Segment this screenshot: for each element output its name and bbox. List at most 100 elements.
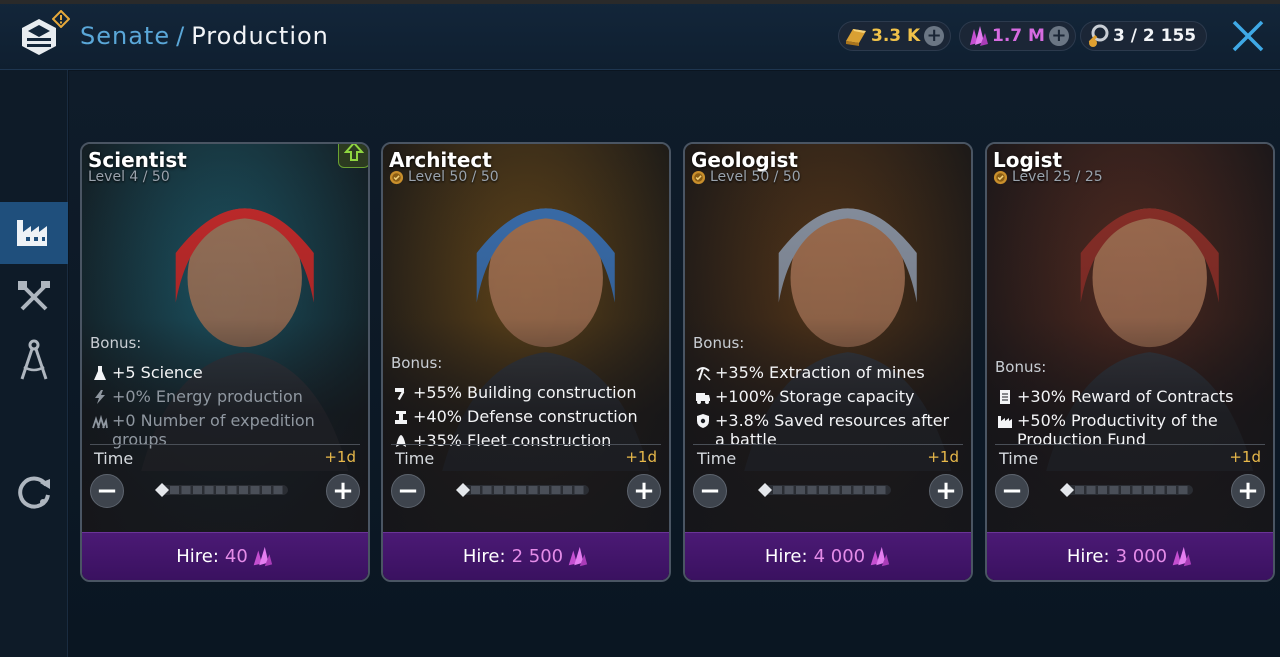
max-level-medal-icon [389,170,404,184]
sidebar-item-blueprints[interactable] [0,330,68,392]
increase-time-button[interactable]: + [326,474,360,508]
increase-time-button[interactable]: + [1231,474,1265,508]
hire-button[interactable]: Hire: 2 500 [383,532,669,580]
slider-segment [1121,486,1130,494]
crystal-icon [253,546,272,566]
level-text: Level 25 / 25 [1012,169,1103,185]
truck-icon [696,393,710,404]
ship-icon [396,435,406,447]
bonus-label: Bonus: [90,334,142,352]
decrease-time-button[interactable]: − [693,474,727,508]
upgrade-button[interactable] [338,144,368,168]
slider-segment [1075,486,1084,494]
divider [90,444,360,445]
hire-label: Hire: [764,546,808,567]
sidebar-item-production[interactable] [0,202,68,264]
breadcrumb-senate[interactable]: Senate [80,22,170,50]
time-slider[interactable] [755,483,893,497]
gold-resource[interactable]: 3.3 K + [838,21,952,51]
bonus-text: +5 Science [112,363,203,382]
slider-segment [494,486,503,494]
tools-icon [18,281,50,311]
max-level-medal-icon [993,170,1008,184]
level-text: Level 4 / 50 [88,169,170,185]
decrease-time-button[interactable]: − [995,474,1029,508]
time-slider[interactable] [453,483,591,497]
card-shade [82,144,368,580]
manager-card-architect[interactable]: Architect Level 50 / 50 Bonus: +55% Buil… [381,142,671,582]
bonus-text: +100% Storage capacity [715,387,915,406]
time-label: Time [697,449,737,468]
hire-button[interactable]: Hire: 4 000 [685,532,971,580]
manager-card-geologist[interactable]: Geologist Level 50 / 50 Bonus: +35% Extr… [683,142,973,582]
bonus-label: Bonus: [693,334,745,352]
slider-segment [773,486,782,494]
decrease-time-button[interactable]: − [90,474,124,508]
expedition-icon [92,414,108,429]
slider-segment [551,486,561,494]
hire-price: 2 500 [511,546,564,567]
breadcrumb: Senate / Production [80,22,329,50]
slider-segment [505,486,515,494]
bonus-item: +100% Storage capacity [695,387,961,406]
crystal-resource[interactable]: 1.7 M + [959,21,1076,51]
bonus-item: +35% Fleet construction [393,431,659,450]
slider-segment [830,486,840,494]
max-level-medal-icon [691,170,706,184]
slider-segment [796,486,805,494]
slider-segment [227,486,237,494]
sidebar-item-refresh[interactable] [0,460,68,522]
hammer-icon [395,388,405,401]
hire-label: Hire: [462,546,506,567]
slider-segment [842,486,851,494]
time-slider[interactable] [1057,483,1195,497]
slider-segment [193,486,202,494]
managers-value: 3 / 2 155 [1113,26,1197,46]
bonus-item: +0% Energy production [92,387,358,406]
top-bar: Senate / Production 3.3 K + 1.7 M + 3 / 2 … [0,0,1280,70]
document-icon [1000,390,1010,404]
arrow-up-icon [344,144,364,161]
slider-segment [170,486,179,494]
add-crystal-button[interactable]: + [1048,26,1069,46]
bonus-item: +5 Science [92,363,358,382]
compass-icon [20,339,48,380]
sidebar-item-tools[interactable] [0,266,68,328]
slider-segment [216,486,225,494]
gold-bar-icon [846,29,866,46]
increase-time-button[interactable]: + [929,474,963,508]
slider-segment [471,486,480,494]
manager-key-icon [1088,24,1109,47]
time-slider[interactable] [152,483,290,497]
divider [995,444,1265,445]
decrease-time-button[interactable]: − [391,474,425,508]
bonus-item: +30% Reward of Contracts [997,387,1263,406]
hire-label: Hire: [176,546,219,567]
manager-level: Level 50 / 50 [691,169,801,185]
slider-segment [1155,486,1165,494]
sidebar [0,70,68,657]
slider-segment [1086,486,1096,494]
slider-segment [1167,486,1176,494]
manager-card-scientist[interactable]: Scientist Level 4 / 50 Bonus: +5 Science… [80,142,370,582]
crystal-icon [1172,546,1192,566]
breadcrumb-separator: / [176,22,186,50]
level-text: Level 50 / 50 [408,169,499,185]
bonus-item: +40% Defense construction [393,407,659,426]
hire-button[interactable]: Hire: 3 000 [987,532,1273,580]
time-increment-label: +1d [1229,448,1261,466]
manager-card-logist[interactable]: Logist Level 25 / 25 Bonus: +30% Reward … [985,142,1275,582]
close-icon[interactable] [1230,18,1266,54]
hire-price: 40 [224,546,248,567]
add-gold-button[interactable]: + [924,26,945,46]
bonus-text: +0% Energy production [112,387,303,406]
bonus-text: +35% Fleet construction [413,431,612,450]
managers-resource[interactable]: 3 / 2 155 [1080,21,1208,51]
bonus-text: +55% Building construction [413,383,637,402]
slider-segment [540,486,549,494]
hire-label: Hire: [1066,546,1110,567]
hire-button[interactable]: Hire: 40 [82,532,368,580]
bonus-text: +30% Reward of Contracts [1017,387,1234,406]
slider-segment [528,486,538,494]
increase-time-button[interactable]: + [627,474,661,508]
